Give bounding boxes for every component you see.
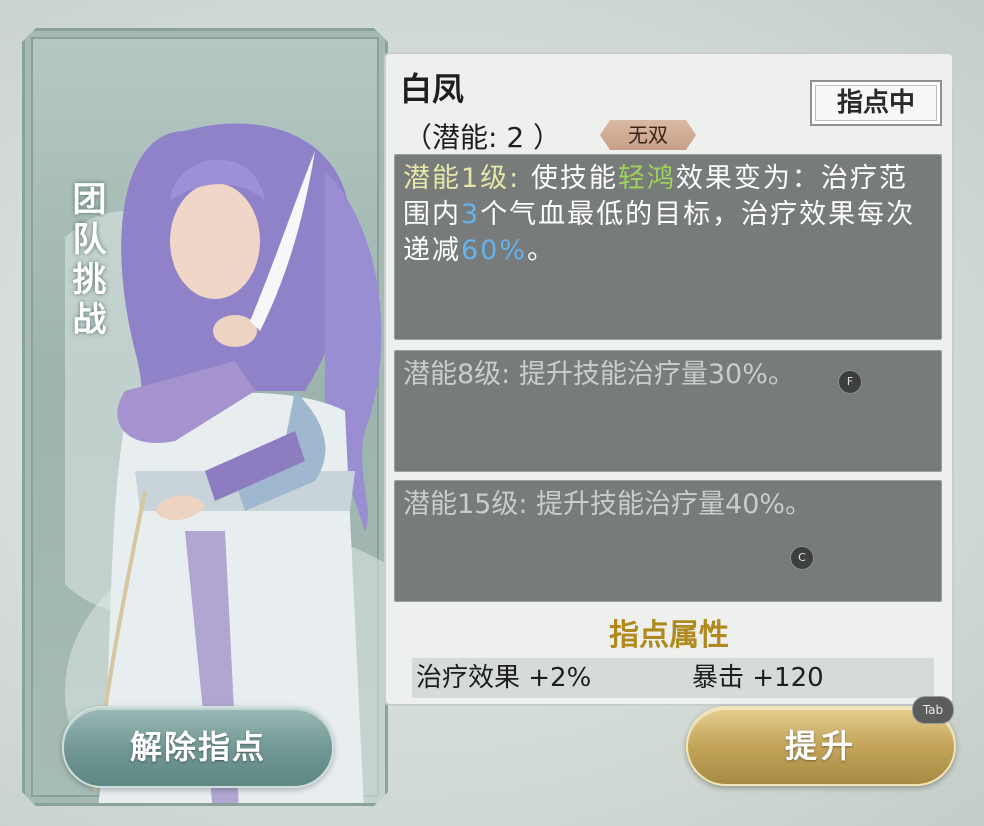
potential-skill-15: 潜能15级: 提升技能治疗量40%。 <box>394 480 942 602</box>
skill-text: 潜能15级: 提升技能治疗量40%。 <box>403 489 813 520</box>
crit-bonus: 暴击 +120 <box>692 663 824 693</box>
skill-name: 轻鸿 <box>617 163 676 194</box>
hero-name: 白凤 <box>400 70 465 108</box>
potential-skill-8: 潜能8级: 提升技能治疗量30%。 <box>394 350 942 472</box>
guide-status-tag: 指点中 <box>810 80 942 126</box>
skill-level-label: 潜能1级: <box>403 163 521 194</box>
decay-percent: 60% <box>461 235 528 266</box>
release-guidance-button[interactable]: 解除指点 <box>62 706 334 788</box>
skill-text: 。 <box>527 235 557 266</box>
guidance-attributes-title: 指点属性 <box>609 618 729 653</box>
key-hint-tab-icon: Tab <box>912 696 954 724</box>
potential-level: （潜能: 2 ） <box>404 121 562 154</box>
guidance-attributes-row: 治疗效果 +2% 暴击 +120 <box>412 658 934 698</box>
potential-skill-1: 潜能1级: 使技能轻鸿效果变为：治疗范围内3个气血最低的目标，治疗效果每次递减6… <box>394 154 942 340</box>
hero-portrait-card: 团队挑战 <box>22 28 388 806</box>
team-challenge-label: 团队挑战 <box>66 181 106 341</box>
key-hint-f-icon: F <box>838 370 862 394</box>
hero-info-panel: 白凤 指点中 （潜能: 2 ） 无双 潜能1级: 使技能轻鸿效果变为：治疗范围内… <box>384 52 954 706</box>
hero-portrait-image <box>65 91 388 806</box>
rarity-badge: 无双 <box>600 120 696 150</box>
target-count: 3 <box>461 199 481 230</box>
skill-text: 潜能8级: 提升技能治疗量30%。 <box>403 359 795 390</box>
skill-text: 使技能 <box>520 163 618 194</box>
heal-bonus: 治疗效果 +2% <box>416 663 592 693</box>
key-hint-c-icon: C <box>790 546 814 570</box>
game-screen: 团队挑战 解除指点 白凤 指点中 （潜能: 2 ） 无双 潜能1级: 使技能轻鸿… <box>0 0 984 826</box>
